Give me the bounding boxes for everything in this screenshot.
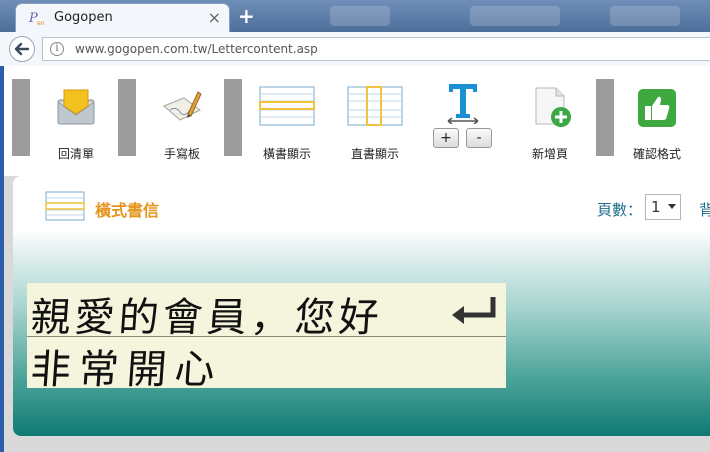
horizontal-layout-icon	[259, 86, 315, 126]
enter-arrow-icon	[452, 297, 496, 324]
increase-font-button[interactable]: +	[433, 128, 459, 148]
handwriting-pad-icon	[163, 91, 202, 121]
back-button[interactable]	[9, 36, 35, 62]
page-count-label: 頁數：	[597, 201, 643, 219]
browser-titlebar: P en Gogopen × +	[0, 0, 710, 32]
vertical-layout-icon	[347, 86, 403, 126]
browser-tab[interactable]: P en Gogopen ×	[15, 3, 230, 32]
toolbar-label: 回清單	[57, 147, 94, 161]
titlebar-decoration	[330, 6, 390, 26]
svg-text:en: en	[37, 20, 45, 27]
toolbar-separator	[12, 79, 30, 156]
envelope-icon	[57, 89, 95, 125]
letter-line-1: 親愛的會員，您好	[29, 295, 385, 341]
handwriting-paper[interactable]: 親愛的會員，您好 非常開心	[27, 283, 506, 388]
text-size-icon	[447, 84, 479, 124]
titlebar-decoration	[610, 6, 680, 26]
toolbar-label: 手寫板	[163, 147, 200, 161]
letter-line-2: 非常開心	[29, 347, 225, 388]
thumbs-up-icon	[638, 89, 676, 127]
back-arrow-icon	[14, 42, 30, 56]
toolbar-separator	[596, 79, 614, 156]
page-title: 橫式書信	[95, 201, 160, 220]
chevron-down-icon	[668, 204, 676, 209]
address-bar: i www.gogopen.com.tw/Lettercontent.asp	[0, 32, 710, 67]
url-field[interactable]: i www.gogopen.com.tw/Lettercontent.asp	[42, 37, 710, 61]
tab-close-icon[interactable]: ×	[208, 8, 221, 27]
gogopen-favicon-icon: P en	[28, 11, 45, 27]
page-select-value: 1	[651, 198, 661, 216]
decrease-font-button[interactable]: -	[466, 128, 492, 148]
horizontal-letter-icon	[45, 191, 85, 221]
tab-title: Gogopen	[54, 10, 113, 25]
url-text[interactable]: www.gogopen.com.tw/Lettercontent.asp	[75, 42, 318, 56]
toolbar-label: 確認格式	[632, 147, 681, 161]
new-tab-button[interactable]: +	[238, 4, 255, 28]
letter-panel: 橫式書信 頁數： 1 背 親愛的會員，您好 非常開心	[13, 176, 710, 436]
toolbar-separator	[118, 79, 136, 156]
toolbar-label: 橫書顯示	[262, 147, 311, 161]
background-label: 背	[699, 201, 710, 219]
titlebar-decoration	[470, 6, 560, 26]
letter-toolbar: 回清單 手寫板 橫書顯示 直書顯示 + - 新增頁 確認格式	[4, 66, 710, 176]
toolbar-separator	[224, 79, 242, 156]
toolbar-label: 直書顯示	[350, 147, 399, 161]
toolbar-label: 新增頁	[531, 147, 568, 161]
info-icon[interactable]: i	[50, 42, 64, 56]
page-select[interactable]: 1	[645, 194, 681, 220]
font-size-control: + -	[430, 80, 496, 160]
add-page-icon	[535, 87, 571, 127]
